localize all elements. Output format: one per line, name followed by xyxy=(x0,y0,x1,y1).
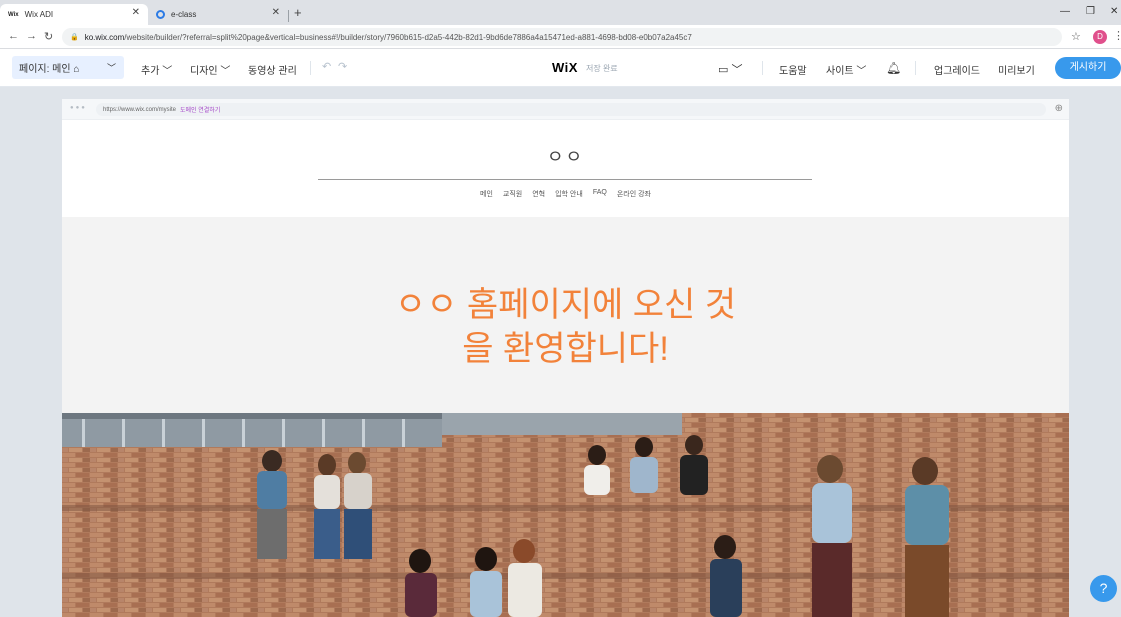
hero-section[interactable]: ㅇㅇ 홈페이지에 오신 것 을 환영합니다! xyxy=(62,217,1069,413)
help-menu[interactable]: 도움말 xyxy=(779,62,807,77)
circle-favicon-icon xyxy=(156,10,165,19)
profile-avatar[interactable]: D xyxy=(1093,30,1107,44)
students-photo-image xyxy=(62,413,1069,617)
forward-icon[interactable]: → xyxy=(26,30,37,42)
url-path: /website/builder/?referral=split%20page&… xyxy=(124,32,692,42)
tab-label: e-class xyxy=(171,10,197,19)
nav-item-faq[interactable]: FAQ xyxy=(593,189,607,199)
chevron-down-icon: ﹀ xyxy=(162,66,173,77)
address-bar: ← → ↻ 🔒 ko.wix.com /website/builder/?ref… xyxy=(0,25,1121,49)
window-dots-icon: ●●● xyxy=(70,105,87,111)
desktop-icon: ▭ xyxy=(718,64,729,76)
tab-e-class[interactable]: e-class ✕ xyxy=(148,4,288,25)
site-menu-label: 사이트 xyxy=(826,66,854,77)
publish-button[interactable]: 게시하기 xyxy=(1055,57,1121,79)
header-divider xyxy=(318,179,812,180)
back-icon[interactable]: ← xyxy=(8,30,19,42)
browser-menu-icon[interactable]: ⋮ xyxy=(1113,29,1121,42)
zoom-icon[interactable]: ⊕ xyxy=(1055,103,1063,114)
reload-icon[interactable]: ↻ xyxy=(44,30,53,43)
divider xyxy=(762,61,763,75)
editor-toolbar: 페이지: 메인 ⌂ ﹀ 추가 ﹀ 디자인 ﹀ 동영상 관리 ↶ ↷ WiX 저장… xyxy=(0,49,1121,87)
editor-canvas: ●●● https://www.wix.com/mysite 도메인 연결하기 … xyxy=(0,87,1121,617)
page-selector-label: 페이지: 메인 ⌂ xyxy=(19,64,80,75)
nav-item-admission[interactable]: 입학 안내 xyxy=(555,189,583,199)
connect-domain-link[interactable]: 도메인 연결하기 xyxy=(180,105,220,114)
tab-separator xyxy=(288,10,289,22)
lock-icon: 🔒 xyxy=(70,34,79,41)
bell-icon[interactable]: 🔔︎ xyxy=(886,61,901,75)
site-menu[interactable]: 사이트 ﹀ xyxy=(826,62,866,77)
tab-close-icon[interactable]: ✕ xyxy=(132,7,140,18)
design-menu-label: 디자인 xyxy=(190,66,218,77)
design-menu[interactable]: 디자인 ﹀ xyxy=(190,62,230,77)
add-menu-label: 추가 xyxy=(141,66,160,77)
site-nav: 메인 교직원 연혁 입학 안내 FAQ 온라인 강좌 xyxy=(62,189,1069,199)
help-button[interactable]: ? xyxy=(1090,575,1117,602)
hero-title-line2: 을 환영합니다! xyxy=(462,330,669,368)
add-menu[interactable]: 추가 ﹀ xyxy=(141,62,172,77)
nav-item-online-course[interactable]: 온라인 강좌 xyxy=(617,189,651,199)
nav-item-main[interactable]: 메인 xyxy=(480,189,493,199)
redo-icon[interactable]: ↷ xyxy=(338,60,347,73)
chevron-down-icon: ﹀ xyxy=(731,64,743,76)
page-selector[interactable]: 페이지: 메인 ⌂ ﹀ xyxy=(12,56,124,79)
hero-title-line1: ㅇㅇ 홈페이지에 오신 것 xyxy=(394,286,737,324)
nav-item-faculty[interactable]: 교직원 xyxy=(503,189,522,199)
divider xyxy=(915,61,916,75)
mock-url: https://www.wix.com/mysite xyxy=(103,106,177,113)
bookmark-star-icon[interactable]: ☆ xyxy=(1071,30,1081,43)
divider xyxy=(310,61,311,75)
url-host: ko.wix.com xyxy=(84,32,125,42)
wix-logo: WiX xyxy=(552,60,578,75)
site-preview-frame: ●●● https://www.wix.com/mysite 도메인 연결하기 … xyxy=(62,99,1069,617)
tab-wix-adi[interactable]: Wix Wix ADI ✕ xyxy=(0,4,148,25)
restore-icon[interactable]: ❐ xyxy=(1086,6,1095,17)
window-close-icon[interactable]: ✕ xyxy=(1110,6,1118,17)
mock-browser-bar: ●●● https://www.wix.com/mysite 도메인 연결하기 … xyxy=(62,99,1069,120)
new-tab-icon[interactable]: + xyxy=(294,5,302,20)
tab-label: Wix ADI xyxy=(24,10,54,19)
wix-favicon-icon: Wix xyxy=(8,11,19,18)
minimize-icon[interactable]: — xyxy=(1060,6,1070,17)
chevron-down-icon: ﹀ xyxy=(220,66,231,77)
tab-strip: Wix Wix ADI ✕ e-class ✕ + — ❐ ✕ xyxy=(0,0,1121,25)
save-status: 저장 완료 xyxy=(586,64,618,73)
device-switch[interactable]: ▭ ﹀ xyxy=(718,61,742,77)
hero-title[interactable]: ㅇㅇ 홈페이지에 오신 것 을 환영합니다! xyxy=(62,283,1069,371)
url-field[interactable]: 🔒 ko.wix.com /website/builder/?referral=… xyxy=(62,28,1062,46)
tab-close-icon[interactable]: ✕ xyxy=(272,7,280,18)
preview-button[interactable]: 미리보기 xyxy=(998,62,1035,77)
video-manage-menu[interactable]: 동영상 관리 xyxy=(248,62,297,77)
mock-url-field: https://www.wix.com/mysite 도메인 연결하기 xyxy=(96,103,1046,116)
chevron-down-icon: ﹀ xyxy=(856,66,867,77)
undo-icon[interactable]: ↶ xyxy=(322,60,331,73)
site-title[interactable]: ㅇㅇ xyxy=(62,143,1069,169)
chevron-down-icon: ﹀ xyxy=(106,63,116,73)
upgrade-button[interactable]: 업그레이드 xyxy=(934,62,980,77)
students-photo[interactable] xyxy=(62,413,1069,617)
nav-item-history[interactable]: 연혁 xyxy=(532,189,545,199)
